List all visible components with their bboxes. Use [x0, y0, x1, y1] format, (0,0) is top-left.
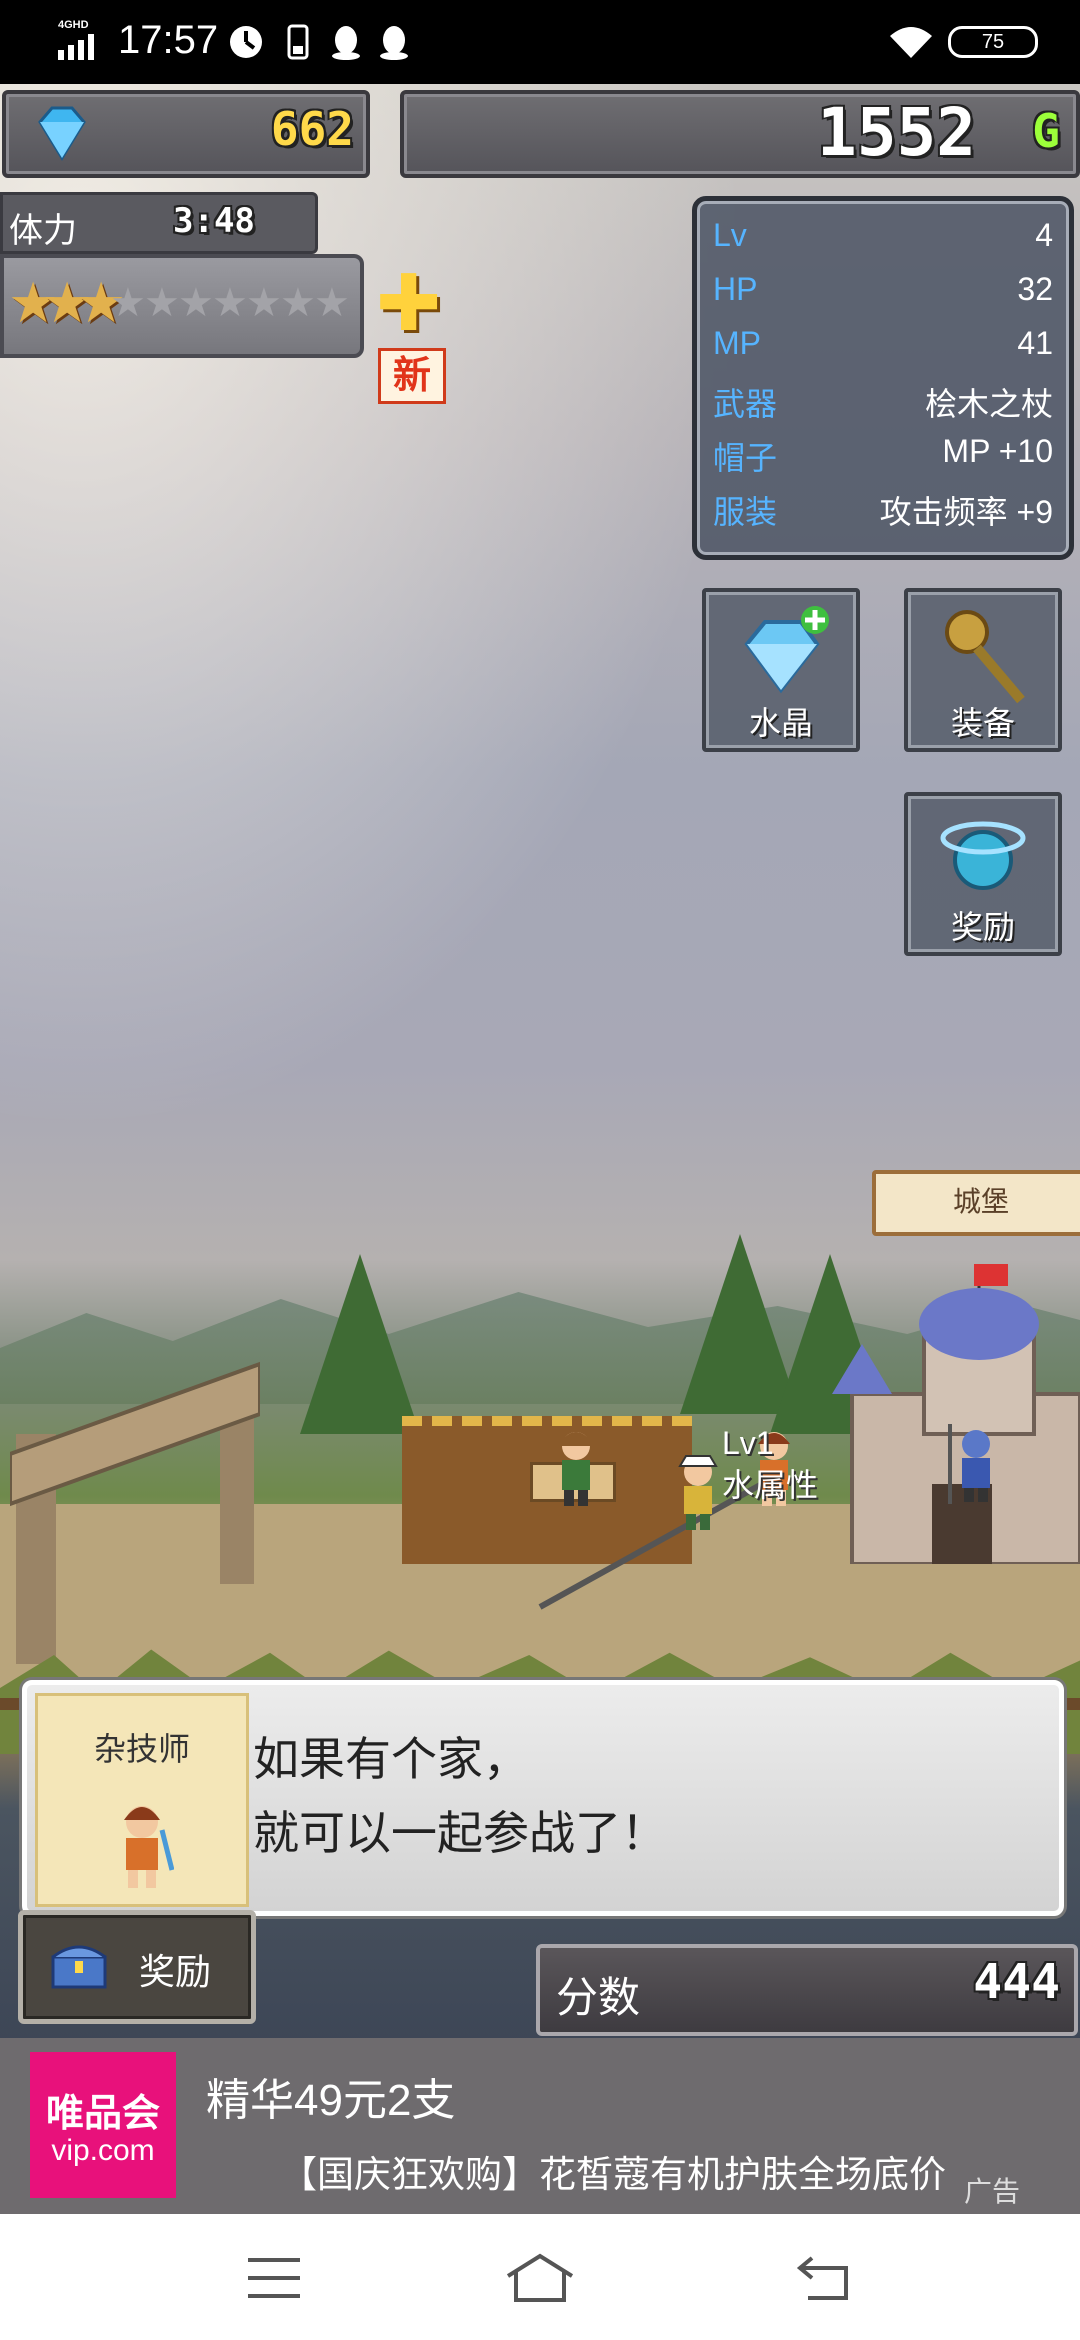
- star-empty-icon: ★: [144, 281, 180, 325]
- star-empty-icon: ★: [280, 281, 316, 325]
- equipment-button-label: 装备: [950, 705, 1015, 741]
- stat-row-mp: MP 41: [713, 325, 1053, 379]
- score-value: 444: [973, 1954, 1060, 2010]
- character-info: Lv1 水属性: [722, 1422, 818, 1506]
- ad-banner[interactable]: 唯品会 vip.com 精华49元2支 【国庆狂欢购】花皙蔻有机护肤全场底价 广…: [0, 2038, 1080, 2214]
- battery-level: 75: [981, 31, 1005, 53]
- status-bar: 4GHD 17:57 75: [0, 0, 1080, 84]
- ad-label: 广告: [964, 2176, 1021, 2207]
- add-stamina-icon[interactable]: ✚: [376, 264, 441, 342]
- gold-count: 1552: [817, 94, 976, 171]
- stamina-stars: ★ ★ ★ ★ ★ ★ ★ ★ ★ ★: [0, 254, 364, 358]
- stat-row-hat: 帽子 MP +10: [713, 433, 1053, 487]
- gem-counter[interactable]: 662: [2, 90, 370, 178]
- reward-orb-icon: [940, 821, 1026, 890]
- dialog-text-line1: 如果有个家，: [253, 1733, 529, 1785]
- ad-title: 精华49元2支: [206, 2076, 456, 2125]
- crystal-button-label: 水晶: [748, 705, 813, 741]
- score-label: 分数: [556, 1974, 641, 2021]
- battery-indicator: 75: [948, 26, 1038, 58]
- back-icon[interactable]: [794, 2250, 854, 2306]
- dialog-text-line2: 就可以一起参战了！: [253, 1807, 667, 1859]
- stat-row-weapon: 武器 桧木之杖: [713, 379, 1053, 433]
- home-icon[interactable]: [504, 2250, 576, 2306]
- stamina-label: 体力: [9, 212, 77, 250]
- stamina-timer: 3:48: [173, 201, 255, 241]
- status-time: 17:57: [118, 18, 219, 62]
- score-panel: 分数 444: [536, 1944, 1078, 2036]
- character-attribute: 水属性: [722, 1467, 819, 1503]
- ad-logo-domain: vip.com: [51, 2134, 155, 2167]
- star-empty-icon: ★: [314, 281, 350, 325]
- stat-value: 桧木之杖: [924, 386, 1053, 422]
- reward-button-top[interactable]: 奖励: [904, 792, 1062, 956]
- stat-key: 服装: [713, 494, 778, 530]
- dialog-box[interactable]: 杂技师 如果有个家， 就可以一起参战了！: [22, 1680, 1064, 1916]
- crystal-icon: [744, 606, 829, 694]
- speaker-portrait: 杂技师: [35, 1693, 249, 1907]
- stamina-bar: 体力 3:48: [0, 192, 318, 254]
- stats-panel: Lv 4 HP 32 MP 41 武器 桧木之杖 帽子 MP +10 服装 攻击…: [692, 196, 1074, 560]
- treasure-chest-icon: [51, 1945, 107, 1989]
- reward-button-label: 奖励: [139, 1951, 212, 1992]
- signal-icon: [58, 34, 94, 60]
- ad-description: 【国庆狂欢购】花皙蔻有机护肤全场底价: [280, 2154, 946, 2195]
- star-empty-icon: ★: [246, 281, 282, 325]
- tree: [300, 1254, 420, 1434]
- wifi-icon: [890, 27, 932, 58]
- vip-logo: 唯品会 vip.com: [30, 2052, 176, 2198]
- stat-value: 32: [1017, 271, 1053, 307]
- stat-value: 41: [1017, 325, 1053, 361]
- staff-icon: [945, 610, 1025, 704]
- menu-icon[interactable]: [244, 2250, 304, 2306]
- stat-key: MP: [713, 325, 761, 361]
- crystal-button[interactable]: 水晶: [702, 588, 860, 752]
- gold-unit: G: [1032, 104, 1060, 158]
- character-hero[interactable]: [670, 1452, 726, 1532]
- stat-row-outfit: 服装 攻击频率 +9: [713, 487, 1053, 541]
- star-empty-icon: ★: [110, 281, 146, 325]
- gem-count: 662: [270, 102, 354, 156]
- speaker-name: 杂技师: [93, 1731, 190, 1767]
- stat-key: HP: [713, 271, 758, 307]
- phone-icon: [287, 24, 309, 60]
- ad-logo-text: 唯品会: [45, 2093, 160, 2135]
- castle-sign-button[interactable]: 城堡: [872, 1170, 1080, 1236]
- character-level: Lv1: [722, 1425, 774, 1461]
- stat-value: 4: [1035, 217, 1053, 253]
- acrobat-avatar: [124, 1806, 174, 1888]
- castle-flag: [974, 1264, 1008, 1286]
- gem-icon: [38, 106, 86, 161]
- equipment-button[interactable]: 装备: [904, 588, 1062, 752]
- stat-value: 攻击频率 +9: [879, 494, 1053, 530]
- stat-key: Lv: [713, 217, 747, 253]
- wooden-gate: [10, 1361, 260, 1664]
- navigation-bar: [0, 2214, 1080, 2340]
- network-type: 4GHD: [58, 19, 89, 31]
- new-badge: 新: [378, 348, 446, 404]
- clock-icon: [230, 26, 262, 58]
- stat-value: MP +10: [942, 433, 1053, 469]
- stat-row-level: Lv 4: [713, 217, 1053, 271]
- reward-button-top-label: 奖励: [950, 909, 1015, 945]
- gold-counter: 1552 G: [400, 90, 1080, 178]
- star-empty-icon: ★: [212, 281, 248, 325]
- qq-icon-2: [380, 26, 408, 60]
- qq-icon: [332, 26, 360, 60]
- stat-key: 帽子: [713, 440, 778, 476]
- stat-row-hp: HP 32: [713, 271, 1053, 325]
- character-guard[interactable]: [948, 1424, 1004, 1504]
- character-villager[interactable]: [548, 1428, 604, 1508]
- stat-key: 武器: [713, 386, 778, 422]
- reward-button[interactable]: 奖励: [18, 1910, 256, 2024]
- star-empty-icon: ★: [178, 281, 214, 325]
